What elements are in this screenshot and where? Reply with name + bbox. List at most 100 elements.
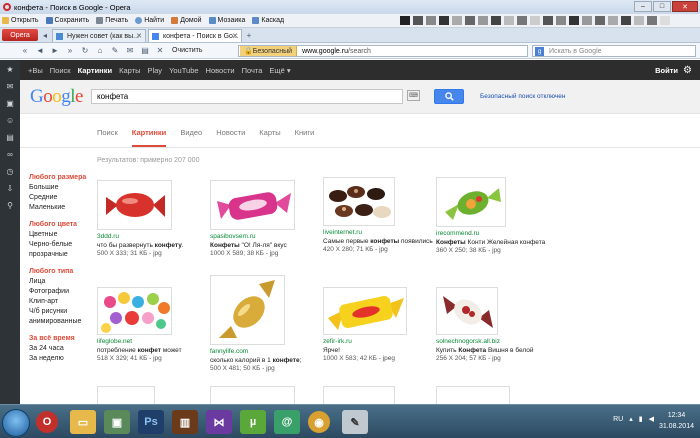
show-hidden-icons-icon[interactable]: ▴ xyxy=(629,415,633,423)
google-search-engine-icon[interactable]: g xyxy=(535,47,544,56)
new-tab-icon[interactable]: + xyxy=(244,30,254,40)
downloads-icon[interactable]: ⇩ xyxy=(6,185,14,193)
close-tab-icon[interactable]: ✕ xyxy=(136,32,142,40)
gbar-news[interactable]: Новости xyxy=(206,66,235,75)
result-thumbnail[interactable] xyxy=(436,177,506,227)
signin-button[interactable]: Войти xyxy=(655,66,678,75)
image-result[interactable]: spasibovsem.ru Конфеты "О! Ля-ля" вкус 1… xyxy=(210,180,320,259)
image-result[interactable]: 3ddd.ru что бы развернуть конфету. 500 X… xyxy=(97,180,207,259)
result-thumbnail[interactable] xyxy=(97,180,172,230)
filter-item[interactable]: анимированные xyxy=(29,317,95,327)
result-thumbnail[interactable] xyxy=(97,287,172,335)
gbar-plus-you[interactable]: +Вы xyxy=(28,66,43,75)
tab-search[interactable]: Поиск xyxy=(97,128,118,147)
explorer-taskbar-icon[interactable]: ▭ xyxy=(70,410,96,434)
gbar-more[interactable]: Ещё ▾ xyxy=(269,66,290,75)
tile-button[interactable]: Мозаика xyxy=(208,17,245,24)
tab-maps[interactable]: Карты xyxy=(259,128,280,147)
filter-item[interactable]: За неделю xyxy=(29,354,95,364)
filter-item[interactable]: прозрачные xyxy=(29,250,95,260)
paint-taskbar-icon[interactable]: ✎ xyxy=(342,410,368,434)
minimize-button[interactable]: – xyxy=(634,1,652,12)
security-badge[interactable]: 🔒 Безопасный xyxy=(240,46,298,56)
filter-item[interactable]: Цветные xyxy=(29,230,95,240)
search-input[interactable]: конфета xyxy=(91,89,403,104)
result-thumbnail[interactable] xyxy=(436,386,510,404)
cascade-button[interactable]: Каскад xyxy=(252,17,284,24)
image-result[interactable]: zefir-irk.ru Ярче! 1000 X 583; 42 КБ - j… xyxy=(323,287,433,364)
image-result[interactable]: solnechnogorsk.all.biz Купить Конфета Ви… xyxy=(436,287,546,364)
opera-taskbar-icon[interactable]: O xyxy=(36,411,58,433)
open-button[interactable]: Открыть xyxy=(2,17,39,24)
image-result[interactable]: liveinternet.ru Самые первые конфеты поя… xyxy=(323,177,433,255)
close-button[interactable]: ✕ xyxy=(672,1,698,12)
gbar-images[interactable]: Картинки xyxy=(78,66,113,75)
filter-color-heading[interactable]: Любого цвета xyxy=(29,220,95,230)
visual-studio-taskbar-icon[interactable]: ⋈ xyxy=(206,410,232,434)
trash-icon[interactable]: ▤ xyxy=(140,46,150,56)
result-thumbnail[interactable] xyxy=(210,386,295,404)
mail-icon[interactable]: ✉ xyxy=(125,46,135,56)
feeds-icon[interactable]: ▣ xyxy=(6,100,14,108)
address-field[interactable]: 🔒 Безопасный www.google.ru/search xyxy=(238,45,528,57)
result-site[interactable]: 3ddd.ru xyxy=(97,233,207,242)
result-thumbnail[interactable] xyxy=(210,180,295,230)
filter-size-heading[interactable]: Любого размера xyxy=(29,173,95,183)
tab-advice[interactable]: Нужен совет (как вы... ✕ xyxy=(52,29,146,42)
clock[interactable]: 12:34 31.08.2014 xyxy=(659,410,694,432)
image-result[interactable]: lifeglobe.net потребление конфет может 5… xyxy=(97,287,207,364)
rewind-icon[interactable]: « xyxy=(20,46,30,56)
filter-item[interactable]: Средние xyxy=(29,193,95,203)
result-thumbnail[interactable] xyxy=(210,275,285,345)
safesearch-link[interactable]: Безопасный поиск отключен xyxy=(480,93,566,100)
gbar-maps[interactable]: Карты xyxy=(119,66,140,75)
language-indicator[interactable]: RU xyxy=(613,416,623,423)
chocolate-taskbar-icon[interactable]: ▥ xyxy=(172,410,198,434)
keyboard-icon[interactable]: ⌨ xyxy=(407,90,420,101)
bookmarks-star-icon[interactable]: ★ xyxy=(6,66,14,74)
gbar-play[interactable]: Play xyxy=(147,66,162,75)
wand-icon[interactable]: ✎ xyxy=(110,46,120,56)
result-thumbnail[interactable] xyxy=(323,177,395,226)
result-site[interactable]: fannylife.com xyxy=(210,348,320,357)
search-icon[interactable]: ⚲ xyxy=(6,202,14,210)
filter-item[interactable]: Фотографии xyxy=(29,287,95,297)
reload-icon[interactable]: ↻ xyxy=(80,46,90,56)
browser-search-field[interactable]: g Искать в Google xyxy=(532,45,696,57)
gbar-mail[interactable]: Почта xyxy=(242,66,263,75)
gbar-youtube[interactable]: YouTube xyxy=(169,66,198,75)
result-site[interactable]: lifeglobe.net xyxy=(97,338,207,347)
tab-images[interactable]: Картинки xyxy=(131,128,167,147)
mail-agent-taskbar-icon[interactable]: @ xyxy=(274,410,300,434)
notes-icon[interactable]: ▤ xyxy=(6,134,14,142)
volume-icon[interactable]: ◀ xyxy=(649,415,654,423)
filter-item[interactable]: Маленькие xyxy=(29,203,95,213)
result-thumbnail[interactable] xyxy=(323,386,395,404)
result-thumbnail[interactable] xyxy=(323,287,407,335)
tab-news[interactable]: Новости xyxy=(216,128,245,147)
home-icon[interactable]: ⌂ xyxy=(95,46,105,56)
utorrent-taskbar-icon[interactable]: µ xyxy=(240,410,266,434)
filter-item[interactable]: Клип-арт xyxy=(29,297,95,307)
chrome-taskbar-icon[interactable]: ◉ xyxy=(308,411,330,433)
search-button[interactable] xyxy=(434,89,464,104)
tab-google-search[interactable]: конфета - Поиск в Go... ✕ xyxy=(148,29,242,42)
photoshop-taskbar-icon[interactable]: Ps xyxy=(138,410,164,434)
history-icon[interactable]: ◷ xyxy=(6,168,14,176)
gbar-search[interactable]: Поиск xyxy=(50,66,71,75)
result-site[interactable]: liveinternet.ru xyxy=(323,229,433,238)
links-icon[interactable]: ∞ xyxy=(6,151,14,159)
opera-menu-button[interactable]: Opera xyxy=(2,29,38,41)
fast-forward-icon[interactable]: » xyxy=(65,46,75,56)
clear-icon[interactable]: ✕ xyxy=(155,46,165,56)
filter-item[interactable]: Лица xyxy=(29,277,95,287)
close-tab-icon[interactable]: ✕ xyxy=(232,32,238,40)
google-logo[interactable]: Google xyxy=(30,86,83,108)
home-button[interactable]: Домой xyxy=(171,17,202,24)
filter-item[interactable]: Большие xyxy=(29,183,95,193)
filter-item[interactable]: Черно-белые xyxy=(29,240,95,250)
forward-icon[interactable]: ► xyxy=(50,46,60,56)
result-site[interactable]: solnechnogorsk.all.biz xyxy=(436,338,546,347)
find-button[interactable]: Найти xyxy=(135,17,164,24)
filter-type-heading[interactable]: Любого типа xyxy=(29,267,95,277)
